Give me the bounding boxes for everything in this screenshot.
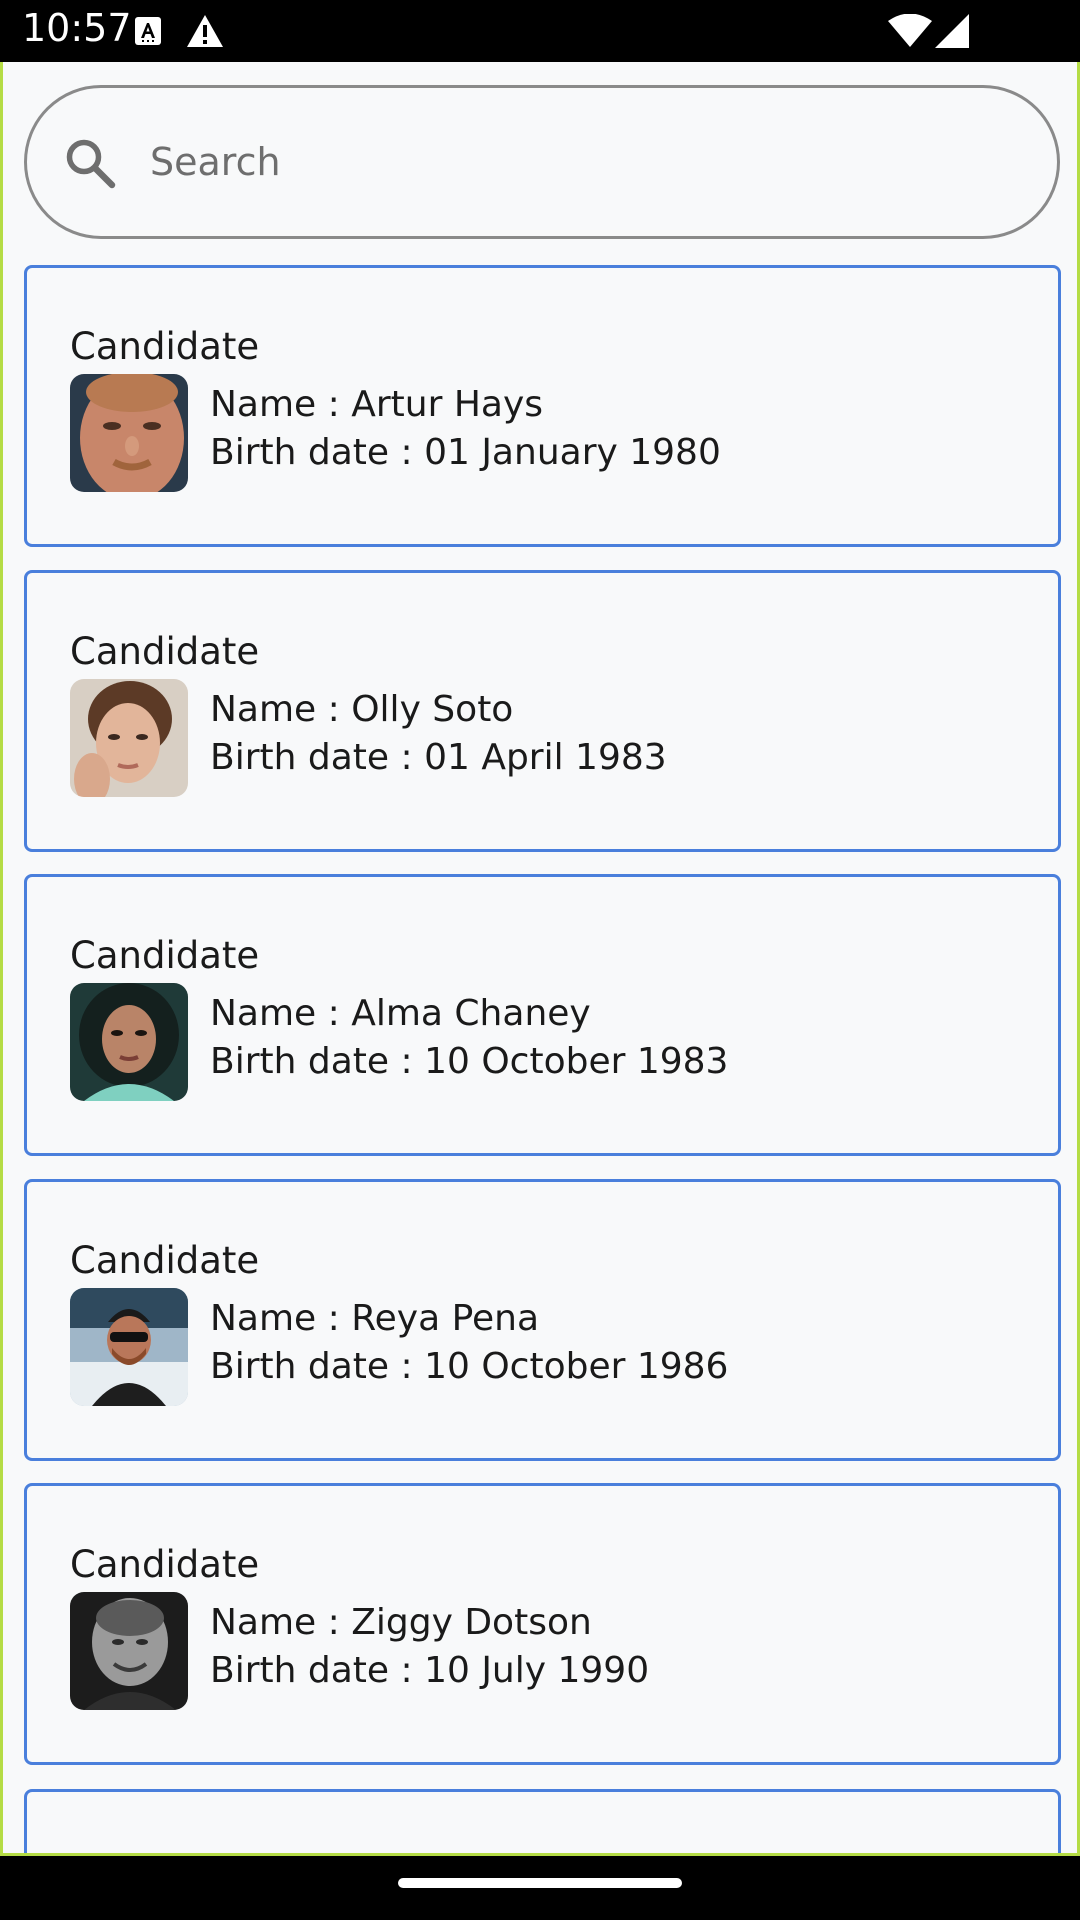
warning-icon — [186, 14, 224, 52]
candidate-avatar — [70, 983, 188, 1101]
candidate-birth-date: Birth date : 10 October 1986 — [210, 1346, 729, 1387]
search-bar[interactable] — [24, 85, 1060, 239]
search-input[interactable] — [150, 126, 1030, 198]
candidate-name: Name : Ziggy Dotson — [210, 1602, 592, 1643]
cellular-signal-icon — [935, 14, 969, 52]
candidate-birth-date: Birth date : 10 October 1983 — [210, 1041, 729, 1082]
status-time: 10:57 — [22, 6, 132, 50]
candidate-card[interactable]: Candidate Name : Olly Soto Birth date : … — [24, 570, 1061, 852]
candidate-name: Name : Alma Chaney — [210, 993, 591, 1034]
home-gesture-handle[interactable] — [398, 1878, 682, 1888]
card-title: Candidate — [70, 630, 260, 673]
wifi-icon — [888, 13, 932, 52]
candidate-birth-date: Birth date : 01 January 1980 — [210, 432, 721, 473]
card-title: Candidate — [70, 1543, 260, 1586]
candidate-list-screen: Candidate Name : Artur Hays Birth date :… — [0, 62, 1080, 1856]
candidate-name: Name : Artur Hays — [210, 384, 544, 425]
candidate-name: Name : Reya Pena — [210, 1298, 540, 1339]
status-bar: 10:57 — [0, 0, 1080, 62]
card-title: Candidate — [70, 325, 260, 368]
candidate-card[interactable]: Candidate Name : Artur Hays Birth date :… — [24, 265, 1061, 547]
card-title: Candidate — [70, 1239, 260, 1282]
candidate-birth-date: Birth date : 01 April 1983 — [210, 737, 667, 778]
candidate-birth-date: Birth date : 10 July 1990 — [210, 1650, 650, 1691]
candidate-card[interactable]: Candidate Name : Reya Pena Birth date : … — [24, 1179, 1061, 1461]
candidate-name: Name : Olly Soto — [210, 689, 514, 730]
candidate-card-partial[interactable] — [24, 1789, 1061, 1853]
card-title: Candidate — [70, 934, 260, 977]
candidate-card[interactable]: Candidate Name : Alma Chaney Birth date … — [24, 874, 1061, 1156]
search-icon — [63, 136, 117, 194]
candidate-avatar — [70, 1592, 188, 1710]
candidate-avatar — [70, 679, 188, 797]
candidate-avatar — [70, 374, 188, 492]
candidate-card[interactable]: Candidate Name : Ziggy Dotson Birth date… — [24, 1483, 1061, 1765]
candidate-avatar — [70, 1288, 188, 1406]
navigation-bar — [0, 1856, 1080, 1920]
text-recognition-icon — [134, 16, 162, 50]
